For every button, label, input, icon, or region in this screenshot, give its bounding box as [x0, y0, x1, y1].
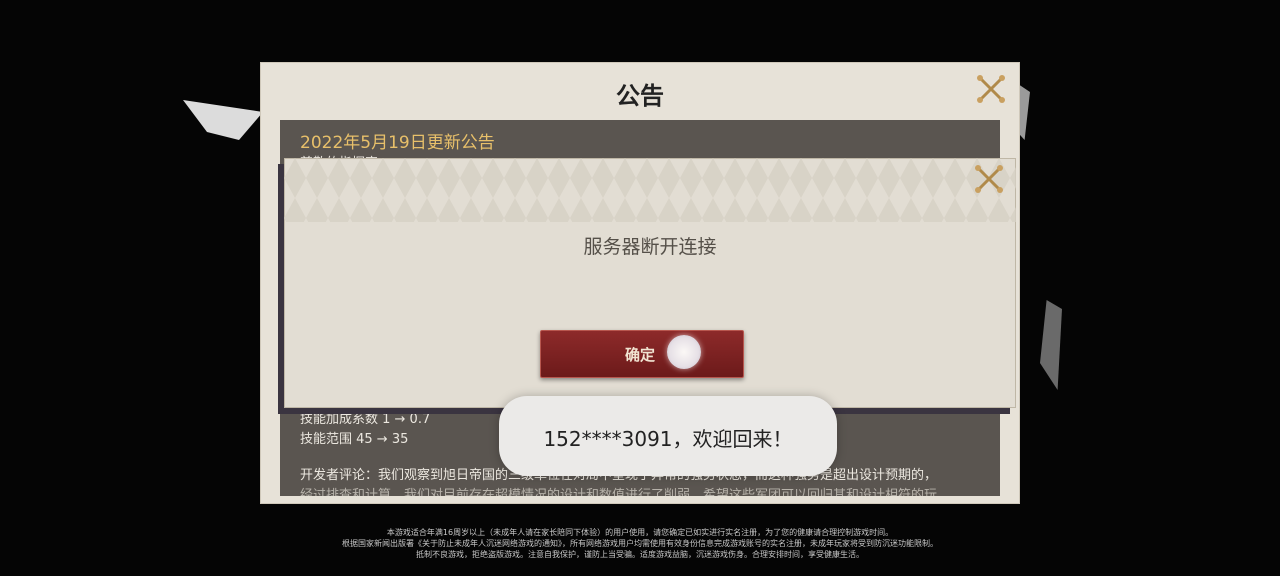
health-notice-footer: 本游戏适合年满16周岁以上（未成年人请在家长陪同下体验）的用户使用，请您确定已如… [0, 527, 1280, 560]
close-icon [975, 165, 1003, 193]
footer-line: 抵制不良游戏，拒绝盗版游戏。注意自我保护，谨防上当受骗。适度游戏益脑，沉迷游戏伤… [416, 550, 864, 559]
announcement-line: 技能加成系数 1 → 0.7 [300, 412, 431, 427]
close-icon [977, 75, 1005, 103]
announcement-title: 公告 [616, 82, 664, 110]
announcement-line: 经过排查和计算，我们对目前存在超模情况的设计和数值进行了削弱，希望这些军团可以回… [300, 488, 938, 496]
footer-line: 本游戏适合年满16周岁以上（未成年人请在家长陪同下体验）的用户使用，请您确定已如… [386, 528, 894, 537]
dialog-message: 服务器断开连接 [583, 236, 717, 258]
touch-indicator [667, 335, 701, 369]
diamond-pattern [284, 158, 1016, 222]
announcement-date-heading: 2022年5月19日更新公告 [300, 133, 495, 153]
announcement-line: 技能范围 45 → 35 [300, 432, 409, 447]
announcement-close-button[interactable] [976, 74, 1006, 104]
background-shard [183, 100, 263, 140]
welcome-toast: 152****3091，欢迎回来！ [499, 396, 837, 476]
confirm-button[interactable]: 确定 [540, 330, 744, 378]
confirm-button-label: 确定 [625, 346, 656, 364]
dialog-close-button[interactable] [974, 164, 1004, 194]
disconnect-dialog: 服务器断开连接 确定 [284, 158, 1016, 408]
toast-text: 152****3091，欢迎回来！ [543, 427, 793, 451]
background-shard [1040, 300, 1062, 390]
footer-line: 根据国家新闻出版署《关于防止未成年人沉迷网络游戏的通知》，所有网络游戏用户均需使… [342, 539, 938, 548]
